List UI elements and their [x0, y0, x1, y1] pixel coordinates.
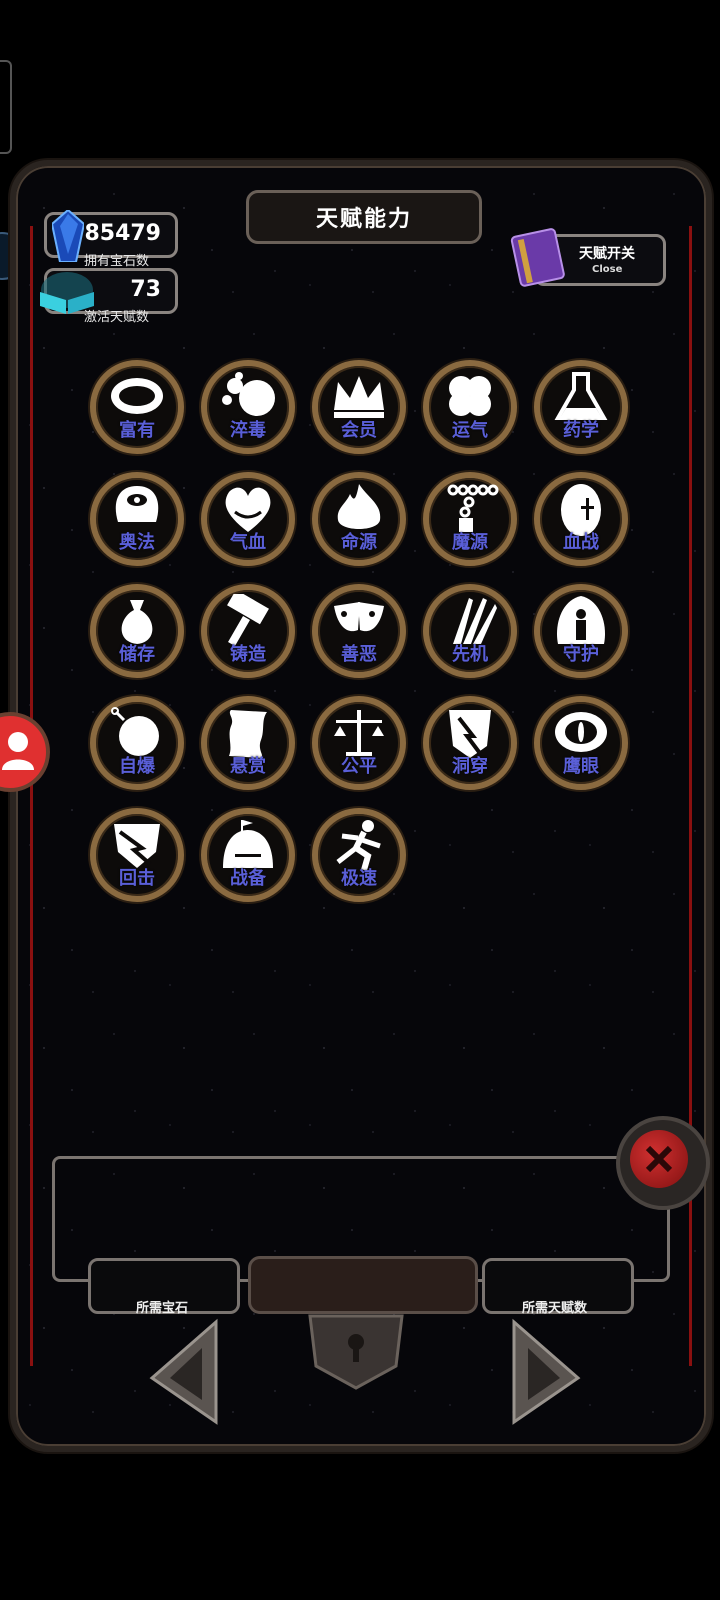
talent-vitality[interactable]: 气血: [201, 472, 295, 566]
talent-pierce[interactable]: 洞穿: [423, 696, 517, 790]
close-button[interactable]: [616, 1116, 710, 1210]
talent-toggle-state: Close: [592, 264, 623, 275]
talent-label: 极速: [341, 868, 377, 889]
talent-label: 魔源: [452, 532, 488, 553]
talent-label: 铸造: [230, 644, 266, 665]
gem-count-label: 拥有宝石数: [84, 254, 150, 269]
talent-count-label: 激活天赋数: [84, 310, 150, 325]
talent-label: 血战: [563, 532, 599, 553]
required-gems-label: 所需宝石: [136, 1301, 189, 1316]
talent-pharmacy[interactable]: 药学: [534, 360, 628, 454]
left-edge-tab[interactable]: [0, 60, 12, 154]
talent-self-destruct[interactable]: 自爆: [90, 696, 184, 790]
frame-red-line-left: [30, 226, 33, 1366]
talent-label: 药学: [563, 420, 599, 441]
activate-plate[interactable]: [248, 1256, 478, 1314]
talent-speed[interactable]: 极速: [312, 808, 406, 902]
prev-page-arrow-icon[interactable]: [146, 1318, 226, 1428]
user-icon: [2, 732, 34, 770]
talent-toggle-label: 天赋开关: [579, 246, 635, 262]
talent-blood-battle[interactable]: 血战: [534, 472, 628, 566]
gem-count-value: 85479: [84, 221, 161, 246]
talent-guard[interactable]: 守护: [534, 584, 628, 678]
talent-label: 奥法: [119, 532, 155, 553]
talent-label: 淬毒: [230, 420, 266, 441]
lock-emblem-icon: [308, 1314, 404, 1390]
talent-label: 公平: [341, 756, 377, 777]
talent-label: 回击: [119, 868, 155, 889]
talent-arcane[interactable]: 奥法: [90, 472, 184, 566]
talent-member[interactable]: 会员: [312, 360, 406, 454]
talent-label: 自爆: [119, 756, 155, 777]
talent-label: 鹰眼: [563, 756, 599, 777]
talent-bounty[interactable]: 悬赏: [201, 696, 295, 790]
talent-label: 命源: [341, 532, 377, 553]
close-icon: [630, 1130, 688, 1188]
talent-forging[interactable]: 铸造: [201, 584, 295, 678]
talent-poison[interactable]: 淬毒: [201, 360, 295, 454]
talent-luck[interactable]: 运气: [423, 360, 517, 454]
talent-fairness[interactable]: 公平: [312, 696, 406, 790]
floating-avatar-button[interactable]: [0, 712, 50, 792]
required-talents-label: 所需天赋数: [522, 1301, 588, 1316]
talent-life-source[interactable]: 命源: [312, 472, 406, 566]
talent-label: 先机: [452, 644, 488, 665]
talent-label: 洞穿: [452, 756, 488, 777]
talent-label: 战备: [230, 868, 266, 889]
talent-label: 善恶: [341, 644, 377, 665]
talent-wealthy[interactable]: 富有: [90, 360, 184, 454]
talent-label: 运气: [452, 420, 488, 441]
talent-label: 气血: [230, 532, 266, 553]
blue-gem-icon: [52, 210, 84, 262]
talent-war-prep[interactable]: 战备: [201, 808, 295, 902]
talent-magic-source[interactable]: 魔源: [423, 472, 517, 566]
purple-book-icon: [510, 228, 565, 287]
talent-good-evil[interactable]: 善恶: [312, 584, 406, 678]
talent-initiative[interactable]: 先机: [423, 584, 517, 678]
talent-label: 守护: [563, 644, 599, 665]
talent-eagle-eye[interactable]: 鹰眼: [534, 696, 628, 790]
page-title: 天赋能力: [246, 190, 482, 244]
talent-label: 悬赏: [230, 756, 266, 777]
talent-label: 储存: [119, 644, 155, 665]
next-page-arrow-icon[interactable]: [504, 1318, 584, 1428]
talent-counterattack[interactable]: 回击: [90, 808, 184, 902]
talent-count-value: 73: [130, 277, 161, 302]
talent-label: 会员: [341, 420, 377, 441]
talent-storage[interactable]: 储存: [90, 584, 184, 678]
talent-label: 富有: [119, 420, 155, 441]
